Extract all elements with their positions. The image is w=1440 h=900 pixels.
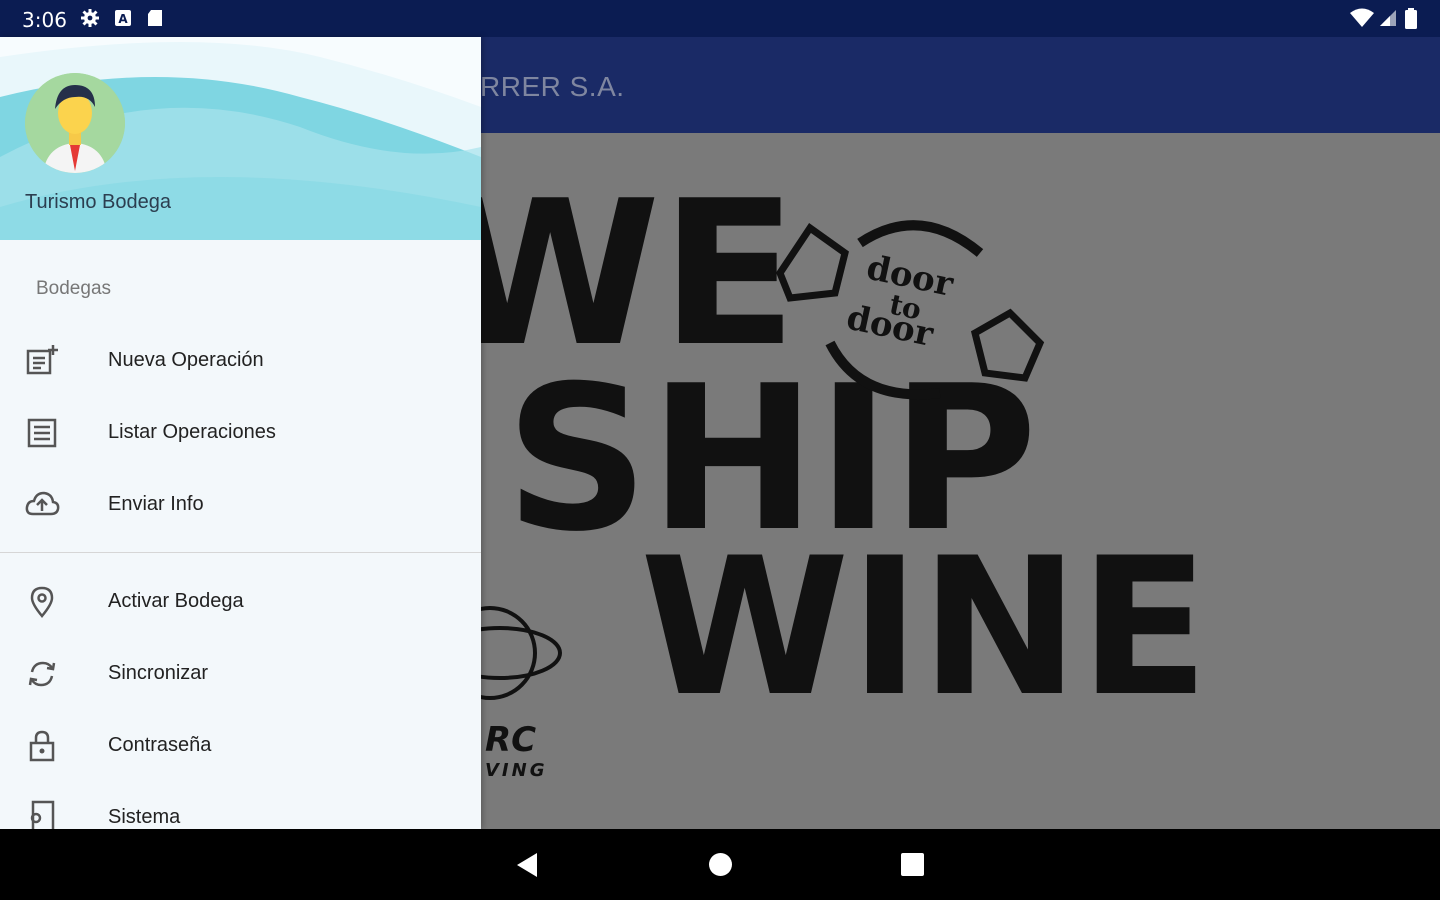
menu-item-label: Sincronizar [108,662,209,684]
menu-item-label: Contraseña [108,734,212,756]
menu-item-sincronizar[interactable]: Sincronizar [0,642,481,706]
cell-signal-icon [1380,10,1396,26]
logo-word-wine: WINE [640,517,1209,738]
battery-icon [1405,8,1417,29]
avatar[interactable] [25,73,125,173]
sd-card-icon [148,10,162,26]
menu-item-sistema[interactable]: Sistema [0,786,481,829]
settings-phone-icon [30,800,55,829]
menu-item-label: Activar Bodega [108,590,244,612]
menu-item-label: Listar Operaciones [108,421,276,443]
menu-divider [0,552,481,553]
keyboard-a-icon: A [115,10,131,26]
drawer-header: Turismo Bodega [0,37,481,240]
wifi-icon [1350,8,1374,27]
svg-text:A: A [118,12,128,26]
menu-item-activar-bodega[interactable]: Activar Bodega [0,570,481,634]
menu-item-nueva-operacion[interactable]: Nueva Operación [0,329,481,393]
menu-item-contrasena[interactable]: Contraseña [0,714,481,778]
user-avatar-icon [25,73,125,173]
menu-item-listar-operaciones[interactable]: Listar Operaciones [0,401,481,465]
back-icon[interactable] [515,852,539,878]
user-name: Turismo Bodega [25,191,171,213]
menu-item-enviar-info[interactable]: Enviar Info [0,473,481,537]
section-header-bodegas: Bodegas [36,278,112,299]
menu-item-label: Sistema [108,806,181,828]
recent-apps-icon[interactable] [901,853,924,876]
app-title: RRER S.A. [480,71,625,102]
note-add-icon [26,345,58,375]
settings-icon [81,9,99,27]
status-time: 3:06 [22,8,67,32]
lock-icon [29,730,55,762]
globe-text-ving: VING [485,760,547,781]
sync-icon [28,661,56,687]
home-icon[interactable] [709,853,732,876]
status-bar: 3:06 A [0,0,1440,37]
cloud-upload-icon [25,491,60,516]
navigation-drawer: Turismo Bodega Bodegas Nueva Operación L… [0,37,481,829]
globe-text-rc: RC [485,720,536,760]
menu-item-label: Nueva Operación [108,349,264,371]
list-icon [27,418,57,448]
menu-item-label: Enviar Info [108,493,204,515]
location-pin-icon [30,586,54,618]
